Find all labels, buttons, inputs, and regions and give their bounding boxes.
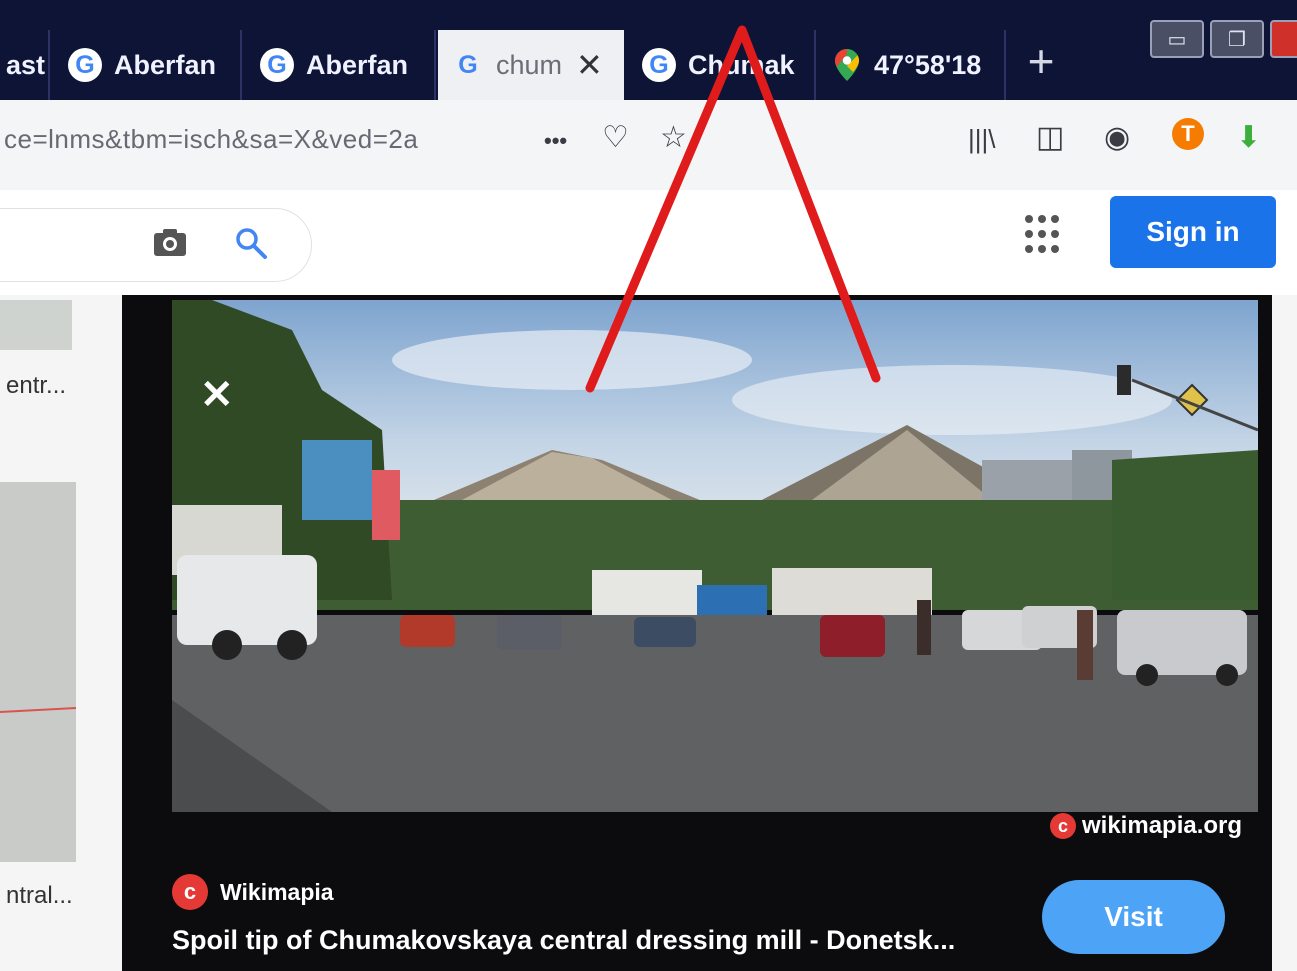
result-thumbnail[interactable]	[0, 300, 72, 350]
google-icon: G	[68, 48, 102, 82]
source-site[interactable]: c Wikimapia	[172, 874, 334, 910]
tab-chum-active[interactable]: G chum ✕	[438, 30, 624, 100]
tab-partial[interactable]: ast	[0, 30, 50, 100]
close-window-button[interactable]	[1270, 20, 1297, 58]
google-icon: G	[260, 48, 294, 82]
account-icon[interactable]: ◉	[1104, 120, 1130, 155]
page-actions-icon[interactable]: •••	[544, 128, 567, 154]
camera-icon[interactable]	[152, 226, 188, 263]
bookmark-star-icon[interactable]: ☆	[660, 120, 687, 155]
tab-close-icon[interactable]: ✕	[576, 46, 603, 84]
close-icon[interactable]: ✕	[200, 372, 234, 418]
window-controls: ▭ ❐	[1150, 20, 1297, 60]
result-label[interactable]: entr...	[6, 372, 66, 400]
google-icon: G	[642, 48, 676, 82]
tab-aberfan-2[interactable]: G Aberfan	[244, 30, 436, 100]
url-field[interactable]: ce=lnms&tbm=isch&sa=X&ved=2a	[4, 124, 474, 155]
visit-button[interactable]: Visit	[1042, 880, 1225, 954]
source-name: Wikimapia	[220, 878, 334, 905]
search-header	[0, 190, 1297, 295]
navigation-bar: ce=lnms&tbm=isch&sa=X&ved=2a ••• ♡ ☆ |||…	[0, 100, 1297, 191]
apps-grid-icon[interactable]	[1025, 215, 1065, 255]
tab-aberfan-1[interactable]: G Aberfan	[52, 30, 242, 100]
new-tab-button[interactable]: +	[1008, 30, 1074, 92]
wikimapia-logo-icon: c	[172, 874, 208, 910]
image-caption[interactable]: Spoil tip of Chumakovskaya central dress…	[172, 925, 955, 956]
credit-text: wikimapia.org	[1082, 812, 1243, 839]
addon-icon[interactable]: T	[1172, 118, 1204, 150]
tab-title: Chumak	[688, 49, 795, 80]
tab-chumak[interactable]: G Chumak	[626, 30, 816, 100]
result-thumbnail[interactable]	[0, 482, 77, 862]
tab-title: Aberfan	[306, 49, 409, 80]
wikimapia-logo-icon: c	[1050, 813, 1076, 839]
photo-credit: c wikimapia.org	[1050, 812, 1242, 840]
tab-title: Aberfan	[114, 49, 217, 80]
library-icon[interactable]: |||\	[968, 124, 996, 155]
tab-title: chum	[496, 49, 563, 80]
download-icon[interactable]: ⬇	[1236, 120, 1261, 155]
url-fade	[420, 120, 480, 160]
tab-title: 47°58'18	[874, 49, 982, 80]
restore-button[interactable]: ❐	[1210, 20, 1264, 58]
map-pin-icon	[835, 49, 859, 81]
preview-photo[interactable]	[172, 300, 1258, 812]
result-label[interactable]: ntral...	[6, 882, 73, 910]
tab-title: ast	[6, 49, 46, 80]
tab-strip: ast G Aberfan G Aberfan G chum ✕ G Chuma…	[0, 0, 1297, 100]
pocket-icon[interactable]: ♡	[602, 120, 629, 155]
sign-in-button[interactable]: Sign in	[1110, 196, 1276, 268]
sidebar-icon[interactable]: ◫	[1036, 120, 1064, 155]
tab-coordinates[interactable]: 47°58'18	[818, 30, 1006, 100]
minimize-button[interactable]: ▭	[1150, 20, 1204, 58]
search-icon[interactable]	[234, 226, 268, 265]
google-icon: G	[458, 50, 478, 79]
